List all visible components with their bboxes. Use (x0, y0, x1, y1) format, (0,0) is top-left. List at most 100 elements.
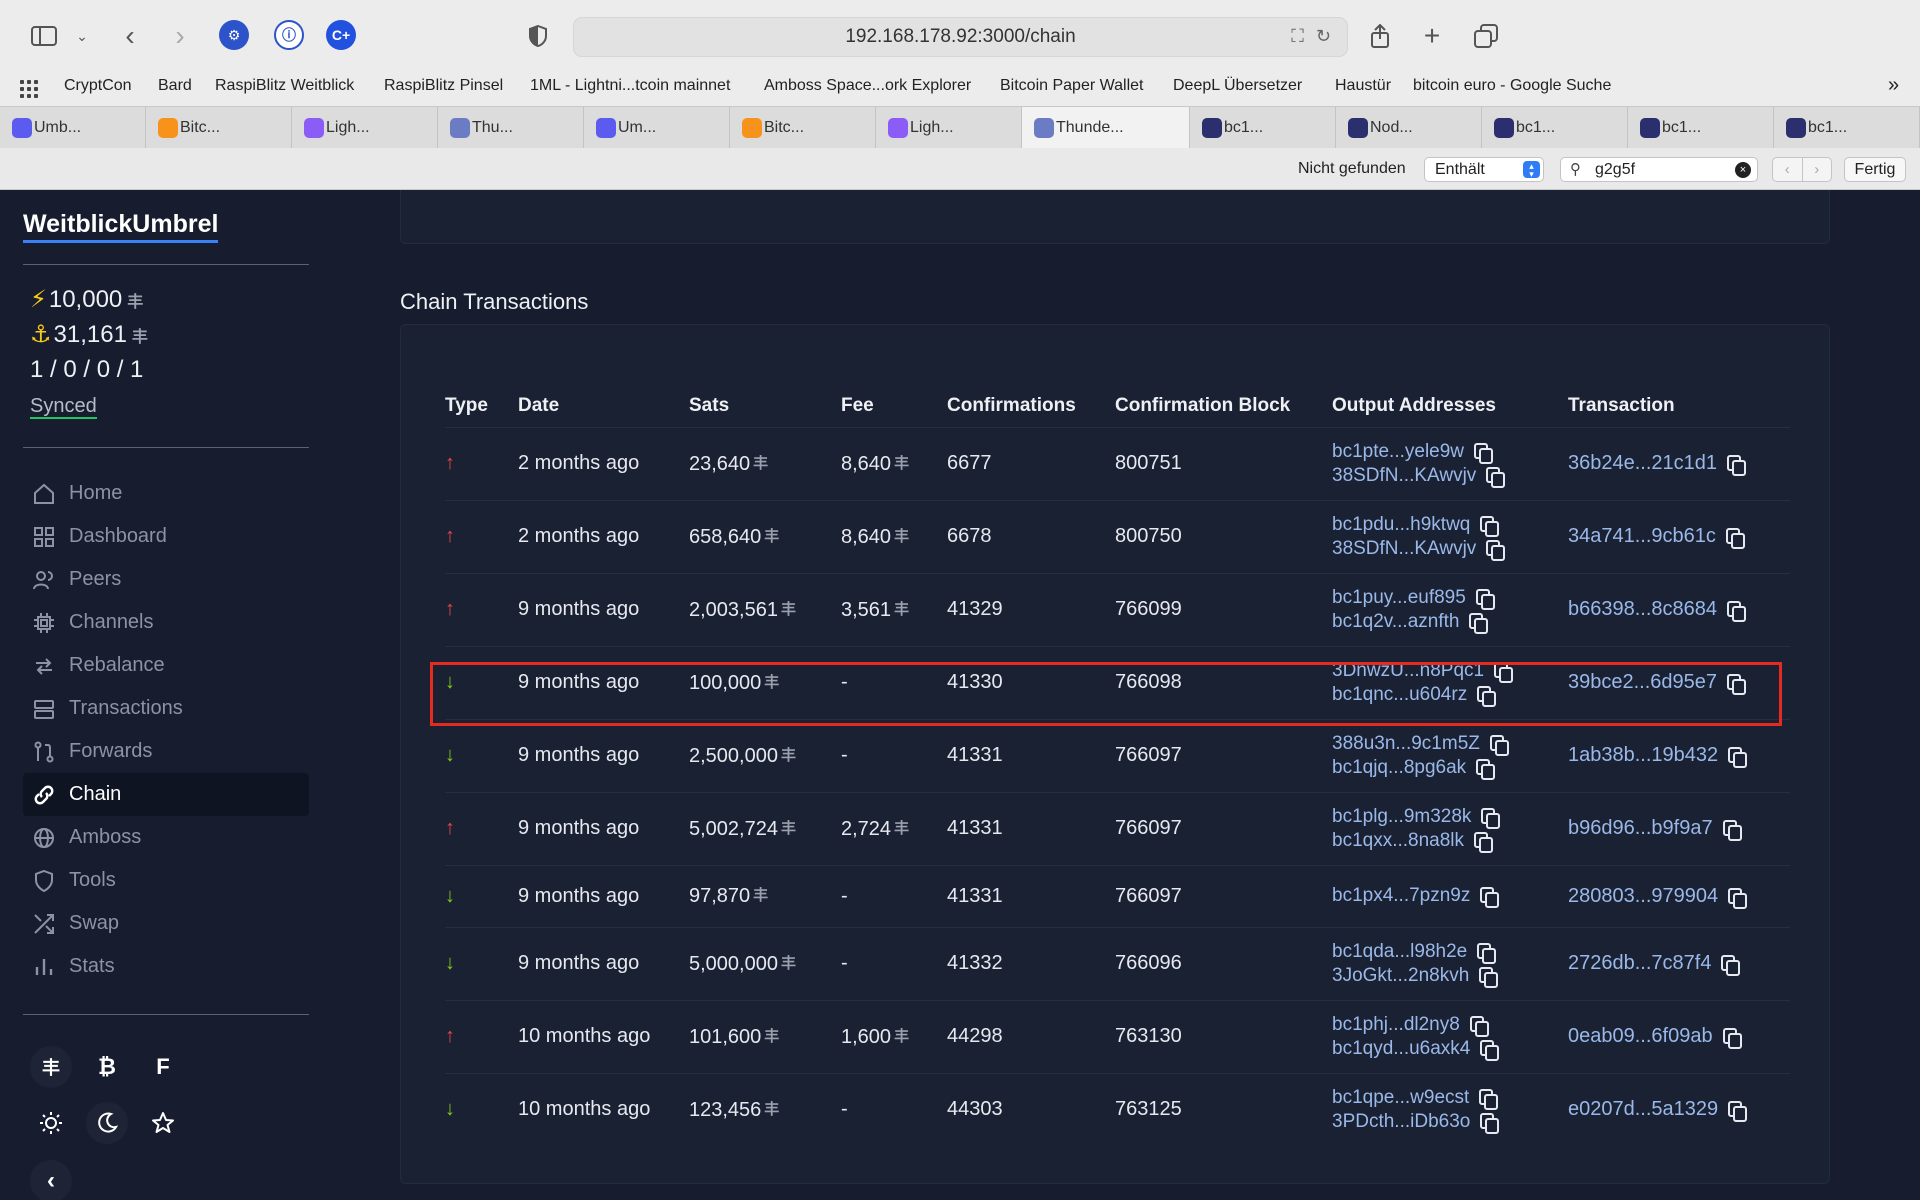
output-address-link[interactable]: bc1qyd...u6axk4 (1332, 1038, 1470, 1059)
translate-icon[interactable]: ⛶ (1291, 26, 1304, 47)
copy-icon[interactable] (1721, 955, 1741, 976)
copy-icon[interactable] (1474, 442, 1494, 464)
transaction-link[interactable]: 36b24e...21c1d1 (1568, 452, 1717, 474)
sidebar-item-rebalance[interactable]: Rebalance (23, 644, 309, 687)
column-header[interactable]: Transaction (1568, 385, 1790, 427)
browser-tab[interactable]: Thu... (438, 107, 584, 149)
browser-tab[interactable]: Bitc... (146, 107, 292, 149)
browser-tab[interactable]: Ligh... (292, 107, 438, 149)
copy-icon[interactable] (1477, 685, 1497, 707)
copy-icon[interactable] (1480, 887, 1500, 908)
output-address-link[interactable]: 38SDfN...KAwvjv (1332, 538, 1476, 559)
copy-icon[interactable] (1479, 966, 1499, 988)
browser-tab[interactable]: bc1... (1190, 107, 1336, 149)
copy-icon[interactable] (1486, 539, 1506, 561)
copy-icon[interactable] (1722, 1028, 1742, 1049)
star-icon[interactable] (142, 1102, 184, 1144)
reload-icon[interactable]: ↻ (1316, 26, 1331, 47)
output-address-link[interactable]: bc1q2v...aznfth (1332, 611, 1459, 632)
browser-tab[interactable]: bc1... (1628, 107, 1774, 149)
copy-icon[interactable] (1728, 1101, 1748, 1123)
chevron-down-icon[interactable]: ⌄ (66, 20, 98, 52)
copy-icon[interactable] (1725, 528, 1745, 549)
bookmark-link[interactable]: Bard (158, 77, 192, 95)
copy-icon[interactable] (1494, 661, 1514, 683)
sidebar-item-swap[interactable]: Swap (23, 902, 309, 945)
column-header[interactable]: Confirmation Block (1115, 385, 1332, 427)
column-header[interactable]: Output Addresses (1332, 385, 1568, 427)
sidebar-item-amboss[interactable]: Amboss (23, 816, 309, 859)
transaction-link[interactable]: b66398...8c8684 (1568, 598, 1717, 620)
bookmark-link[interactable]: Haustür (1335, 77, 1391, 95)
copy-icon[interactable] (1475, 588, 1495, 610)
copy-icon[interactable] (1727, 601, 1747, 622)
find-search-input[interactable]: ⚲ g2g5f × (1560, 157, 1758, 182)
output-address-link[interactable]: bc1qxx...8na8lk (1332, 830, 1464, 851)
find-done-button[interactable]: Fertig (1844, 157, 1906, 182)
browser-tab[interactable]: Bitc... (730, 107, 876, 149)
find-previous-button[interactable]: ‹ (1773, 158, 1803, 181)
bookmark-link[interactable]: Bitcoin Paper Wallet (1000, 77, 1143, 95)
back-icon[interactable]: ‹ (114, 20, 146, 52)
copy-icon[interactable] (1476, 758, 1496, 780)
address-bar[interactable]: 192.168.178.92:3000/chain ⛶ ↻ (573, 17, 1348, 57)
sidebar-item-dashboard[interactable]: Dashboard (23, 515, 309, 558)
output-address-link[interactable]: bc1phj...dl2ny8 (1332, 1014, 1460, 1035)
transaction-link[interactable]: 0eab09...6f09ab (1568, 1025, 1713, 1047)
output-address-link[interactable]: bc1qjq...8pg6ak (1332, 757, 1466, 778)
output-address-link[interactable]: 3JoGkt...2n8kvh (1332, 965, 1469, 986)
output-address-link[interactable]: bc1pdu...h9ktwq (1332, 514, 1470, 535)
new-tab-icon[interactable]: + (1416, 20, 1448, 52)
transaction-link[interactable]: 2726db...7c87f4 (1568, 952, 1711, 974)
btc-currency-button[interactable]: ₿ (86, 1046, 128, 1088)
transaction-link[interactable]: 280803...979904 (1568, 885, 1718, 907)
output-address-link[interactable]: bc1plg...9m328k (1332, 806, 1471, 827)
extension-icon-3[interactable]: C+ (326, 20, 356, 50)
output-address-link[interactable]: bc1qpe...w9ecst (1332, 1087, 1469, 1108)
sidebar-item-transactions[interactable]: Transactions (23, 687, 309, 730)
bookmark-link[interactable]: 1ML - Lightni...tcoin mainnet (530, 77, 730, 95)
copy-icon[interactable] (1477, 942, 1497, 964)
transaction-link[interactable]: 34a741...9cb61c (1568, 525, 1716, 547)
copy-icon[interactable] (1727, 674, 1747, 695)
node-name[interactable]: WeitblickUmbrel (23, 210, 219, 243)
column-header[interactable]: Confirmations (947, 385, 1115, 427)
output-address-link[interactable]: 388u3n...9c1m5Z (1332, 733, 1480, 754)
find-mode-select[interactable]: Enthält ▴ ▾ (1424, 157, 1544, 182)
transaction-link[interactable]: b96d96...b9f9a7 (1568, 817, 1713, 839)
copy-icon[interactable] (1481, 807, 1501, 829)
browser-tab[interactable]: Nod... (1336, 107, 1482, 149)
copy-icon[interactable] (1469, 612, 1489, 634)
sidebar-item-tools[interactable]: Tools (23, 859, 309, 902)
sidebar-item-stats[interactable]: Stats (23, 945, 309, 988)
fiat-currency-button[interactable]: F (142, 1046, 184, 1088)
copy-icon[interactable] (1728, 887, 1748, 909)
output-address-link[interactable]: bc1px4...7pzn9z (1332, 885, 1470, 906)
output-address-link[interactable]: bc1puy...euf895 (1332, 587, 1466, 608)
column-header[interactable]: Fee (841, 385, 947, 427)
browser-tab[interactable]: Thunde... (1022, 107, 1190, 149)
bookmark-link[interactable]: bitcoin euro - Google Suche (1413, 77, 1611, 95)
output-address-link[interactable]: bc1qnc...u604rz (1332, 684, 1467, 705)
copy-icon[interactable] (1469, 1015, 1489, 1037)
sidebar-item-forwards[interactable]: Forwards (23, 730, 309, 773)
bookmark-link[interactable]: Amboss Space...ork Explorer (764, 77, 971, 95)
copy-icon[interactable] (1486, 466, 1506, 488)
output-address-link[interactable]: 38SDfN...KAwvjv (1332, 465, 1476, 486)
dark-theme-icon[interactable] (86, 1102, 128, 1144)
more-bookmarks-icon[interactable]: » (1888, 74, 1899, 97)
bookmark-link[interactable]: RaspiBlitz Weitblick (215, 77, 354, 95)
output-address-link[interactable]: 3DnwzU...n8Pqc1 (1332, 660, 1484, 681)
tab-overview-icon[interactable] (1470, 20, 1502, 52)
browser-tab[interactable]: Umb... (0, 107, 146, 149)
copy-icon[interactable] (1728, 747, 1748, 768)
output-address-link[interactable]: bc1qda...l98h2e (1332, 941, 1467, 962)
sidebar-item-chain[interactable]: Chain (23, 773, 309, 816)
transaction-link[interactable]: 39bce2...6d95e7 (1568, 671, 1717, 693)
copy-icon[interactable] (1474, 831, 1494, 853)
transaction-link[interactable]: 1ab38b...19b432 (1568, 744, 1718, 766)
browser-tab[interactable]: Um... (584, 107, 730, 149)
password-extension-icon[interactable]: ⓘ (274, 20, 304, 50)
copy-icon[interactable] (1480, 1039, 1500, 1061)
bookmark-link[interactable]: DeepL Übersetzer (1173, 77, 1302, 95)
